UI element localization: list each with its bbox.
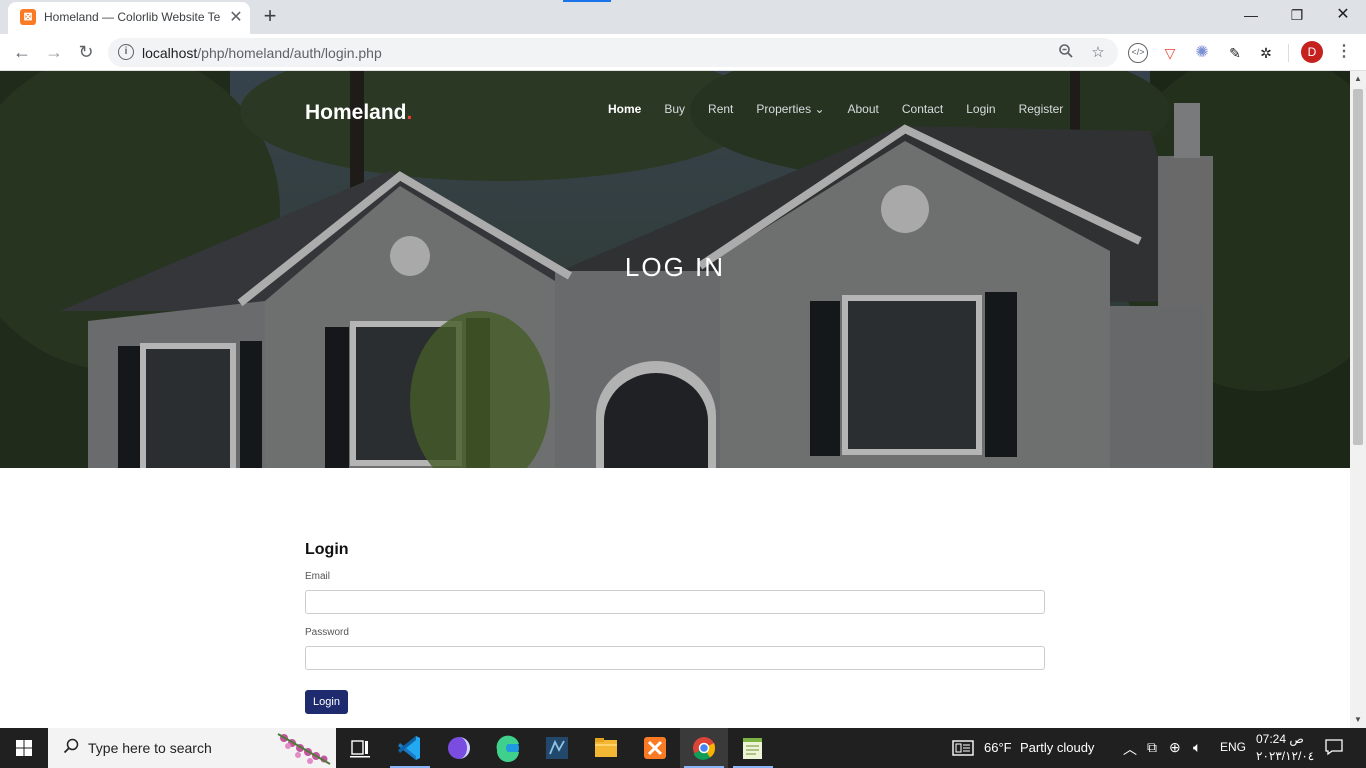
meet-camera-icon[interactable]: ⧉: [1147, 739, 1157, 756]
nav-buy[interactable]: Buy: [664, 102, 685, 116]
extension-eyedropper-icon[interactable]: ✎: [1225, 43, 1245, 63]
nav-home[interactable]: Home: [608, 102, 641, 116]
nav-rent[interactable]: Rent: [708, 102, 733, 116]
taskbar-vscode[interactable]: [386, 728, 434, 768]
toolbar-divider: [1288, 44, 1289, 62]
clock-time[interactable]: 07:24 ص: [1256, 732, 1304, 746]
xampp-favicon-icon: ⊠: [20, 9, 36, 25]
tab-close-icon[interactable]: ✕: [226, 8, 246, 28]
address-bar[interactable]: i localhost/php/homeland/auth/login.php …: [108, 38, 1118, 67]
site-logo[interactable]: Homeland.: [305, 101, 412, 125]
nav-register[interactable]: Register: [1019, 102, 1064, 116]
browser-menu-icon[interactable]: ⋮: [1334, 41, 1354, 63]
chevron-up-icon[interactable]: ︿: [1123, 739, 1137, 759]
browser-tab[interactable]: ⊠ Homeland — Colorlib Website Te ✕: [8, 2, 250, 34]
taskbar-chrome[interactable]: [680, 728, 728, 768]
scroll-up-icon[interactable]: ▲: [1350, 71, 1366, 87]
task-view-button[interactable]: [336, 728, 384, 768]
clock-date[interactable]: ٢٠٢٣/١٢/٠٤: [1256, 749, 1314, 763]
browser-toolbar: ← → ↻ i localhost/php/homeland/auth/logi…: [0, 34, 1366, 71]
windows-logo-icon: [16, 740, 32, 756]
nav-properties-label: Properties: [756, 102, 812, 116]
restore-button[interactable]: ❐: [1274, 0, 1320, 30]
extension-bug-icon[interactable]: ✲: [1256, 43, 1276, 63]
chrome-icon: [693, 737, 716, 760]
forward-button[interactable]: →: [41, 39, 67, 65]
search-placeholder: Type here to search: [88, 740, 212, 756]
nav-contact[interactable]: Contact: [902, 102, 943, 116]
taskbar-app-purple[interactable]: [435, 728, 483, 768]
bookmark-star-icon[interactable]: ☆: [1088, 43, 1108, 63]
site-info-icon[interactable]: i: [118, 44, 134, 60]
password-field[interactable]: [305, 646, 1045, 670]
taskbar-search[interactable]: Type here to search: [48, 728, 336, 768]
database-app-icon: [546, 737, 568, 759]
task-view-icon: [350, 740, 370, 758]
tab-title: Homeland — Colorlib Website Te: [44, 10, 220, 24]
back-button[interactable]: ←: [9, 39, 35, 65]
search-highlight-flowers: [277, 733, 331, 765]
nav-login[interactable]: Login: [966, 102, 995, 116]
url-path: /php/homeland/auth/login.php: [197, 45, 382, 61]
nav-properties[interactable]: Properties ⌄: [756, 102, 824, 116]
start-button[interactable]: [0, 728, 48, 768]
search-icon: [62, 738, 80, 756]
page-viewport: Homeland. Home Buy Rent Properties ⌄ Abo…: [0, 71, 1350, 728]
nav-about[interactable]: About: [848, 102, 879, 116]
url-host: localhost: [142, 45, 198, 61]
reload-button[interactable]: ↻: [73, 39, 99, 65]
weather-icon[interactable]: [952, 739, 974, 760]
password-label: Password: [305, 627, 349, 638]
weather-temperature[interactable]: 66°F: [984, 740, 1012, 755]
login-form: Login Email Password Login: [305, 541, 1045, 714]
edge-icon: [496, 735, 519, 763]
notepad-icon: [743, 738, 762, 759]
close-window-button[interactable]: ✕: [1320, 0, 1366, 30]
profile-avatar[interactable]: D: [1301, 41, 1323, 63]
hero-section: Homeland. Home Buy Rent Properties ⌄ Abo…: [0, 71, 1350, 468]
login-button[interactable]: Login: [305, 690, 348, 714]
new-tab-button[interactable]: +: [258, 4, 282, 28]
taskbar-xampp[interactable]: [631, 728, 679, 768]
weather-condition[interactable]: Partly cloudy: [1020, 740, 1094, 755]
scroll-thumb[interactable]: [1353, 89, 1363, 445]
login-heading: Login: [305, 541, 349, 558]
logo-dot: .: [406, 101, 413, 124]
logo-text: Homeland: [305, 101, 407, 124]
zoom-icon[interactable]: [1056, 43, 1076, 63]
tab-loading-indicator: [563, 0, 611, 2]
extension-pocket-icon[interactable]: ▽: [1160, 43, 1180, 63]
taskbar-mysql-workbench[interactable]: [533, 728, 581, 768]
extension-gear-icon[interactable]: ✺: [1192, 43, 1212, 63]
notifications-icon[interactable]: [1325, 738, 1343, 759]
url-text[interactable]: localhost/php/homeland/auth/login.php: [142, 45, 382, 61]
folder-icon: [595, 738, 617, 757]
minimize-button[interactable]: ―: [1228, 0, 1274, 30]
site-nav: Home Buy Rent Properties ⌄ About Contact…: [608, 102, 1086, 116]
email-field[interactable]: [305, 590, 1045, 614]
chevron-down-icon: ⌄: [814, 102, 825, 116]
page-scrollbar[interactable]: ▲ ▼: [1350, 71, 1366, 728]
xampp-icon: [644, 737, 666, 759]
browser-tabstrip: ⊠ Homeland — Colorlib Website Te ✕ + ― ❐…: [0, 0, 1366, 34]
extension-code-icon[interactable]: </>: [1128, 43, 1148, 63]
hero-title: LOG IN: [624, 252, 726, 282]
volume-icon[interactable]: 🔈︎: [1193, 739, 1201, 756]
moon-app-icon: [448, 737, 470, 759]
scroll-down-icon[interactable]: ▼: [1350, 712, 1366, 728]
input-language[interactable]: ENG: [1220, 740, 1246, 754]
vscode-icon: [398, 736, 420, 760]
taskbar-file-explorer[interactable]: [582, 728, 630, 768]
network-globe-icon[interactable]: ⊕: [1169, 739, 1181, 756]
taskbar-notepad[interactable]: [729, 728, 777, 768]
taskbar: Type here to search 66°F Partly cloudy ︿…: [0, 728, 1366, 768]
taskbar-edge[interactable]: [484, 728, 532, 768]
email-label: Email: [305, 571, 331, 582]
